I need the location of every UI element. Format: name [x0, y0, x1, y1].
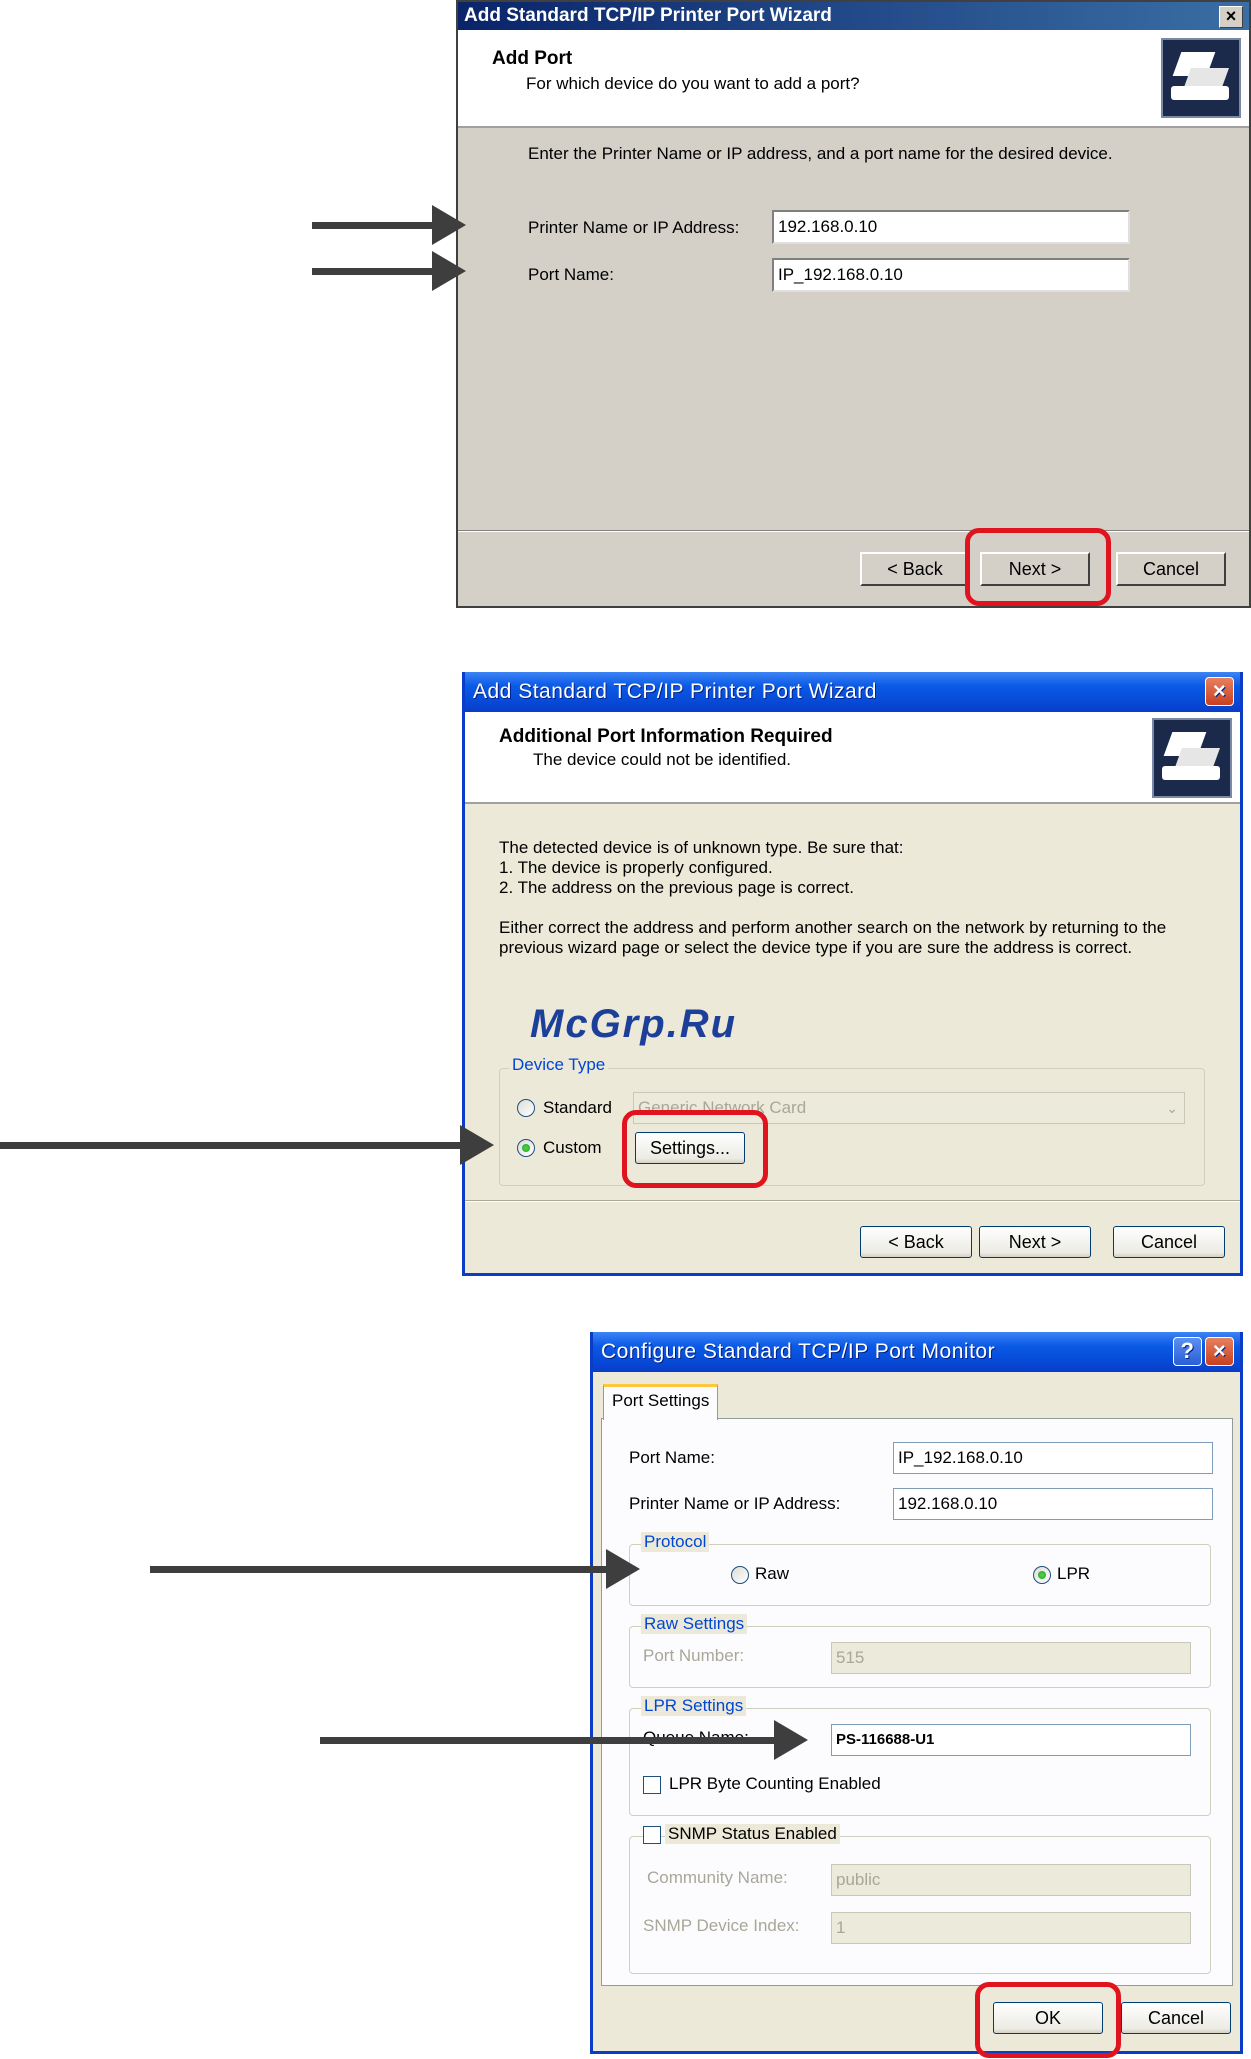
wizard1-title-bar[interactable]: Add Standard TCP/IP Printer Port Wizard …: [458, 2, 1249, 30]
device-type-group: [499, 1068, 1205, 1186]
snmp-group: [629, 1836, 1211, 1974]
raw-label: Raw: [755, 1564, 790, 1583]
port-number-label: Port Number:: [643, 1646, 745, 1665]
tab-port-settings[interactable]: Port Settings: [603, 1384, 719, 1420]
settings-button-highlight: [622, 1110, 768, 1188]
printer-icon: [1161, 38, 1241, 118]
lpr-byte-counting-checkbox[interactable]: [643, 1776, 661, 1794]
raw-settings-title: Raw Settings: [641, 1614, 748, 1634]
standard-radio[interactable]: [517, 1099, 535, 1117]
lpr-byte-counting-label: LPR Byte Counting Enabled: [669, 1774, 881, 1793]
community-name-label: Community Name:: [647, 1868, 788, 1887]
lpr-label: LPR: [1057, 1564, 1091, 1583]
port-name-input[interactable]: IP_192.168.0.10: [772, 258, 1130, 292]
wizard1-instruction: Enter the Printer Name or IP address, an…: [528, 144, 1113, 163]
monitor-close-button[interactable]: ×: [1205, 1337, 1234, 1366]
wizard2-next-button[interactable]: Next >: [979, 1226, 1091, 1258]
port-number-input[interactable]: 515: [831, 1642, 1191, 1674]
wizard1-separator: [458, 530, 1249, 532]
arrow-printer-name: [312, 205, 466, 245]
next-button-highlight: [965, 528, 1111, 606]
printer-icon: [1152, 718, 1232, 798]
wizard2-line3: 2. The address on the previous page is c…: [499, 878, 854, 897]
chevron-down-icon: ⌄: [1166, 1100, 1178, 1116]
wizard1-header: Add Port For which device do you want to…: [458, 30, 1249, 128]
wizard2-line4: Either correct the address and perform a…: [499, 918, 1167, 937]
wizard2-subheading: The device could not be identified.: [533, 750, 792, 769]
wizard2-title: Add Standard TCP/IP Printer Port Wizard: [473, 680, 877, 703]
wizard2-back-button[interactable]: < Back: [860, 1226, 972, 1258]
standard-label: Standard: [543, 1098, 612, 1117]
ok-button-highlight: [975, 1982, 1121, 2058]
raw-radio[interactable]: [731, 1566, 749, 1584]
arrow-port-name: [312, 251, 466, 291]
port-name-label: Port Name:: [528, 265, 614, 284]
lpr-settings-title: LPR Settings: [641, 1696, 747, 1716]
monitor-port-input[interactable]: IP_192.168.0.10: [893, 1442, 1213, 1474]
wizard1-close-button[interactable]: ×: [1219, 6, 1243, 28]
snmp-checkbox[interactable]: [643, 1826, 661, 1844]
wizard1-title: Add Standard TCP/IP Printer Port Wizard: [464, 5, 832, 26]
custom-label: Custom: [543, 1138, 602, 1157]
snmp-label: SNMP Status Enabled: [665, 1824, 840, 1844]
wizard2-heading: Additional Port Information Required: [499, 726, 833, 747]
snmp-index-label: SNMP Device Index:: [643, 1916, 800, 1935]
wizard2-cancel-button[interactable]: Cancel: [1113, 1226, 1225, 1258]
arrow-custom: [0, 1125, 494, 1165]
wizard2-line5: previous wizard page or select the devic…: [499, 938, 1133, 957]
wizard1-subheading: For which device do you want to add a po…: [526, 74, 860, 93]
monitor-title: Configure Standard TCP/IP Port Monitor: [601, 1340, 996, 1363]
community-name-input[interactable]: public: [831, 1864, 1191, 1896]
monitor-printer-label: Printer Name or IP Address:: [629, 1494, 841, 1513]
wizard2-separator: [465, 1200, 1240, 1202]
snmp-index-input[interactable]: 1: [831, 1912, 1191, 1944]
wizard1-heading: Add Port: [492, 48, 573, 69]
monitor-port-label: Port Name:: [629, 1448, 715, 1467]
printer-name-label: Printer Name or IP Address:: [528, 218, 740, 237]
monitor-help-button[interactable]: ?: [1173, 1337, 1202, 1366]
lpr-radio[interactable]: [1033, 1566, 1051, 1584]
port-monitor-dialog: Configure Standard TCP/IP Port Monitor ?…: [590, 1332, 1243, 2054]
wizard2-line2: 1. The device is properly configured.: [499, 858, 773, 877]
arrow-queue-name: [320, 1720, 808, 1760]
wizard2-title-bar[interactable]: Add Standard TCP/IP Printer Port Wizard …: [465, 672, 1240, 712]
wizard2-header: Additional Port Information Required The…: [465, 712, 1240, 804]
wizard2-line1: The detected device is of unknown type. …: [499, 838, 904, 857]
protocol-title: Protocol: [641, 1532, 710, 1552]
custom-radio[interactable]: [517, 1139, 535, 1157]
protocol-group: [629, 1544, 1211, 1606]
monitor-cancel-button[interactable]: Cancel: [1121, 2002, 1231, 2034]
printer-name-input[interactable]: 192.168.0.10: [772, 210, 1130, 244]
wizard1-cancel-button[interactable]: Cancel: [1116, 552, 1226, 586]
wizard1-back-button[interactable]: < Back: [860, 552, 970, 586]
arrow-protocol: [150, 1549, 640, 1589]
device-type-title: Device Type: [509, 1055, 609, 1075]
additional-port-info-dialog: Add Standard TCP/IP Printer Port Wizard …: [462, 672, 1243, 1276]
add-port-wizard-dialog: Add Standard TCP/IP Printer Port Wizard …: [456, 0, 1251, 608]
watermark: McGrp.Ru: [530, 1002, 738, 1046]
wizard2-close-button[interactable]: ×: [1205, 677, 1234, 706]
monitor-printer-input[interactable]: 192.168.0.10: [893, 1488, 1213, 1520]
monitor-title-bar[interactable]: Configure Standard TCP/IP Port Monitor ?…: [593, 1332, 1240, 1372]
queue-name-input[interactable]: PS-116688-U1: [831, 1724, 1191, 1756]
